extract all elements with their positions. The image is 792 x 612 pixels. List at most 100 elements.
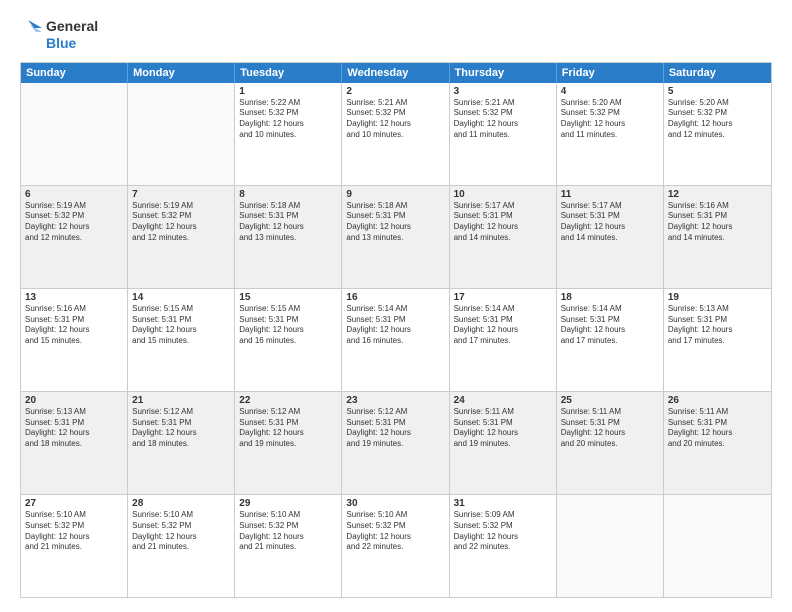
calendar-row-2: 13Sunrise: 5:16 AM Sunset: 5:31 PM Dayli… (21, 288, 771, 391)
day-header-saturday: Saturday (664, 63, 771, 83)
day-details: Sunrise: 5:19 AM Sunset: 5:32 PM Dayligh… (132, 201, 230, 244)
day-number: 12 (668, 189, 767, 200)
day-cell-10: 10Sunrise: 5:17 AM Sunset: 5:31 PM Dayli… (450, 186, 557, 288)
day-details: Sunrise: 5:17 AM Sunset: 5:31 PM Dayligh… (454, 201, 552, 244)
day-cell-3: 3Sunrise: 5:21 AM Sunset: 5:32 PM Daylig… (450, 83, 557, 185)
day-details: Sunrise: 5:12 AM Sunset: 5:31 PM Dayligh… (239, 407, 337, 450)
empty-cell (557, 495, 664, 597)
calendar-header-row: SundayMondayTuesdayWednesdayThursdayFrid… (21, 63, 771, 83)
day-details: Sunrise: 5:09 AM Sunset: 5:32 PM Dayligh… (454, 510, 552, 553)
day-cell-12: 12Sunrise: 5:16 AM Sunset: 5:31 PM Dayli… (664, 186, 771, 288)
day-number: 20 (25, 395, 123, 406)
day-number: 21 (132, 395, 230, 406)
day-cell-23: 23Sunrise: 5:12 AM Sunset: 5:31 PM Dayli… (342, 392, 449, 494)
day-details: Sunrise: 5:10 AM Sunset: 5:32 PM Dayligh… (132, 510, 230, 553)
day-cell-30: 30Sunrise: 5:10 AM Sunset: 5:32 PM Dayli… (342, 495, 449, 597)
day-details: Sunrise: 5:15 AM Sunset: 5:31 PM Dayligh… (239, 304, 337, 347)
day-details: Sunrise: 5:19 AM Sunset: 5:32 PM Dayligh… (25, 201, 123, 244)
day-cell-15: 15Sunrise: 5:15 AM Sunset: 5:31 PM Dayli… (235, 289, 342, 391)
day-cell-1: 1Sunrise: 5:22 AM Sunset: 5:32 PM Daylig… (235, 83, 342, 185)
day-cell-6: 6Sunrise: 5:19 AM Sunset: 5:32 PM Daylig… (21, 186, 128, 288)
day-cell-18: 18Sunrise: 5:14 AM Sunset: 5:31 PM Dayli… (557, 289, 664, 391)
day-number: 25 (561, 395, 659, 406)
day-details: Sunrise: 5:21 AM Sunset: 5:32 PM Dayligh… (454, 98, 552, 141)
calendar-row-0: 1Sunrise: 5:22 AM Sunset: 5:32 PM Daylig… (21, 83, 771, 185)
day-details: Sunrise: 5:15 AM Sunset: 5:31 PM Dayligh… (132, 304, 230, 347)
day-number: 30 (346, 498, 444, 509)
day-cell-22: 22Sunrise: 5:12 AM Sunset: 5:31 PM Dayli… (235, 392, 342, 494)
day-number: 3 (454, 86, 552, 97)
page: General Blue SundayMondayTuesdayWednesda… (0, 0, 792, 612)
day-cell-11: 11Sunrise: 5:17 AM Sunset: 5:31 PM Dayli… (557, 186, 664, 288)
day-header-monday: Monday (128, 63, 235, 83)
day-cell-13: 13Sunrise: 5:16 AM Sunset: 5:31 PM Dayli… (21, 289, 128, 391)
day-number: 31 (454, 498, 552, 509)
day-details: Sunrise: 5:20 AM Sunset: 5:32 PM Dayligh… (561, 98, 659, 141)
day-cell-25: 25Sunrise: 5:11 AM Sunset: 5:31 PM Dayli… (557, 392, 664, 494)
day-details: Sunrise: 5:16 AM Sunset: 5:31 PM Dayligh… (25, 304, 123, 347)
calendar-row-3: 20Sunrise: 5:13 AM Sunset: 5:31 PM Dayli… (21, 391, 771, 494)
day-cell-26: 26Sunrise: 5:11 AM Sunset: 5:31 PM Dayli… (664, 392, 771, 494)
day-details: Sunrise: 5:14 AM Sunset: 5:31 PM Dayligh… (346, 304, 444, 347)
day-number: 7 (132, 189, 230, 200)
calendar: SundayMondayTuesdayWednesdayThursdayFrid… (20, 62, 772, 598)
empty-cell (664, 495, 771, 597)
day-details: Sunrise: 5:22 AM Sunset: 5:32 PM Dayligh… (239, 98, 337, 141)
day-details: Sunrise: 5:20 AM Sunset: 5:32 PM Dayligh… (668, 98, 767, 141)
logo-container: General Blue (20, 18, 98, 52)
empty-cell (21, 83, 128, 185)
day-number: 8 (239, 189, 337, 200)
day-cell-2: 2Sunrise: 5:21 AM Sunset: 5:32 PM Daylig… (342, 83, 449, 185)
day-number: 27 (25, 498, 123, 509)
day-number: 24 (454, 395, 552, 406)
day-header-sunday: Sunday (21, 63, 128, 83)
day-cell-28: 28Sunrise: 5:10 AM Sunset: 5:32 PM Dayli… (128, 495, 235, 597)
day-cell-4: 4Sunrise: 5:20 AM Sunset: 5:32 PM Daylig… (557, 83, 664, 185)
day-cell-21: 21Sunrise: 5:12 AM Sunset: 5:31 PM Dayli… (128, 392, 235, 494)
day-details: Sunrise: 5:12 AM Sunset: 5:31 PM Dayligh… (132, 407, 230, 450)
day-number: 5 (668, 86, 767, 97)
day-cell-8: 8Sunrise: 5:18 AM Sunset: 5:31 PM Daylig… (235, 186, 342, 288)
logo: General Blue (20, 18, 98, 52)
day-number: 15 (239, 292, 337, 303)
day-details: Sunrise: 5:18 AM Sunset: 5:31 PM Dayligh… (346, 201, 444, 244)
day-number: 28 (132, 498, 230, 509)
day-header-wednesday: Wednesday (342, 63, 449, 83)
day-number: 13 (25, 292, 123, 303)
day-number: 23 (346, 395, 444, 406)
day-details: Sunrise: 5:13 AM Sunset: 5:31 PM Dayligh… (668, 304, 767, 347)
day-details: Sunrise: 5:10 AM Sunset: 5:32 PM Dayligh… (25, 510, 123, 553)
day-number: 14 (132, 292, 230, 303)
calendar-body: 1Sunrise: 5:22 AM Sunset: 5:32 PM Daylig… (21, 83, 771, 597)
day-number: 6 (25, 189, 123, 200)
day-details: Sunrise: 5:18 AM Sunset: 5:31 PM Dayligh… (239, 201, 337, 244)
day-cell-9: 9Sunrise: 5:18 AM Sunset: 5:31 PM Daylig… (342, 186, 449, 288)
generalblue-icon (20, 20, 42, 50)
day-cell-20: 20Sunrise: 5:13 AM Sunset: 5:31 PM Dayli… (21, 392, 128, 494)
calendar-row-1: 6Sunrise: 5:19 AM Sunset: 5:32 PM Daylig… (21, 185, 771, 288)
day-cell-27: 27Sunrise: 5:10 AM Sunset: 5:32 PM Dayli… (21, 495, 128, 597)
day-number: 1 (239, 86, 337, 97)
day-number: 18 (561, 292, 659, 303)
day-number: 19 (668, 292, 767, 303)
day-details: Sunrise: 5:10 AM Sunset: 5:32 PM Dayligh… (346, 510, 444, 553)
day-cell-5: 5Sunrise: 5:20 AM Sunset: 5:32 PM Daylig… (664, 83, 771, 185)
day-details: Sunrise: 5:10 AM Sunset: 5:32 PM Dayligh… (239, 510, 337, 553)
day-details: Sunrise: 5:12 AM Sunset: 5:31 PM Dayligh… (346, 407, 444, 450)
day-number: 22 (239, 395, 337, 406)
logo-general: General (46, 18, 98, 35)
day-number: 26 (668, 395, 767, 406)
day-number: 2 (346, 86, 444, 97)
day-cell-17: 17Sunrise: 5:14 AM Sunset: 5:31 PM Dayli… (450, 289, 557, 391)
day-cell-24: 24Sunrise: 5:11 AM Sunset: 5:31 PM Dayli… (450, 392, 557, 494)
day-cell-7: 7Sunrise: 5:19 AM Sunset: 5:32 PM Daylig… (128, 186, 235, 288)
day-cell-19: 19Sunrise: 5:13 AM Sunset: 5:31 PM Dayli… (664, 289, 771, 391)
day-number: 17 (454, 292, 552, 303)
day-header-friday: Friday (557, 63, 664, 83)
day-number: 4 (561, 86, 659, 97)
day-cell-16: 16Sunrise: 5:14 AM Sunset: 5:31 PM Dayli… (342, 289, 449, 391)
day-number: 11 (561, 189, 659, 200)
day-details: Sunrise: 5:11 AM Sunset: 5:31 PM Dayligh… (454, 407, 552, 450)
logo-wordmark: General Blue (46, 18, 98, 52)
empty-cell (128, 83, 235, 185)
